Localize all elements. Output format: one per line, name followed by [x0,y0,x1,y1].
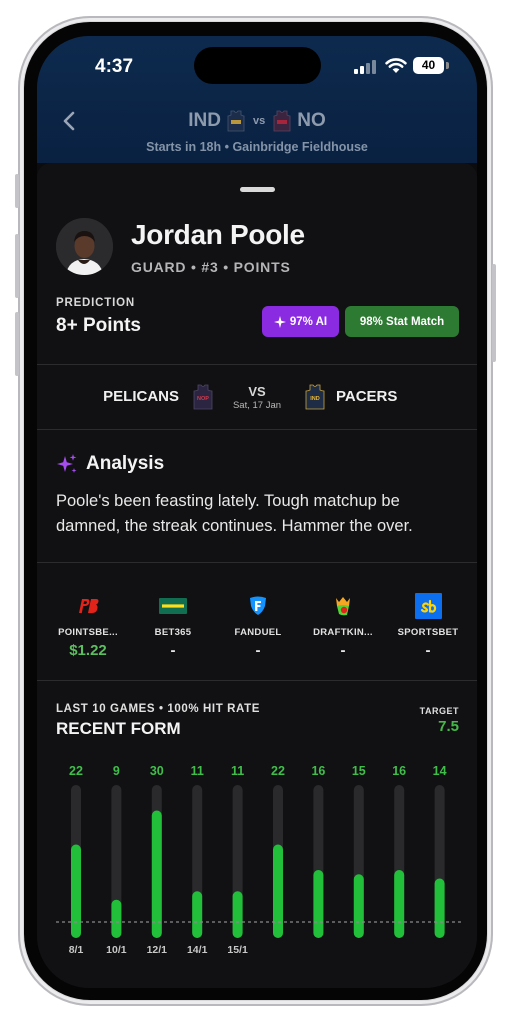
bar-value [232,891,243,938]
mute-switch [15,174,19,208]
analysis-text: Poole's been feasting lately. Tough matc… [56,492,413,535]
sportsbook-price: - [425,642,431,659]
sportsbook-name: FANDUEL [234,627,282,638]
status-time: 4:37 [95,56,134,77]
bar-value-label: 9 [113,764,120,778]
volume-up-button [15,234,19,298]
sportsbook-price: - [340,642,346,659]
sheet-grabber[interactable] [240,187,275,192]
power-button [492,264,496,362]
player-avatar [56,218,113,275]
away-jersey-text: IND [310,396,320,402]
sportsbook-price: $1.22 [69,642,107,659]
dynamic-island [194,47,321,84]
sparkle-icon [273,315,286,328]
status-bar: 4:37 40 [37,36,477,96]
sportsbet-logo-icon [414,593,442,619]
divider [37,364,477,365]
ai-badge-label: 97% AI [289,315,328,328]
bar-value-label: 11 [191,764,204,778]
sportsbook-sportsbet[interactable]: SPORTSBET - [385,593,471,659]
prediction-value: 8+ Points [56,315,141,336]
bet365-logo-icon [159,598,187,614]
sportsbook-name: BET365 [154,627,192,638]
pacers-jersey-icon [227,110,245,132]
header-background: 4:37 40 IND vs NO Starts in 18h • Gainbr… [37,36,477,163]
cellular-signal-icon [354,60,376,74]
bar-value-label: 15 [352,764,366,778]
pelicans-jersey-icon: NOP [193,384,213,410]
sportsbook-pointsbet[interactable]: POINTSBE... $1.22 [45,593,131,659]
bar-value [434,878,445,938]
matchup-vs: VS [248,384,266,399]
player-name: Jordan Poole [131,219,305,250]
sportsbook-name: SPORTSBET [397,627,459,638]
bar-value-label: 16 [392,764,406,778]
x-tick-label: 12/1 [147,944,168,956]
match-teams: IND vs NO [37,108,477,134]
pelicans-jersey-icon [273,110,291,132]
divider [37,680,477,681]
bar-value [192,891,203,938]
divider [37,429,477,430]
match-subtitle: Starts in 18h • Gainbridge Fieldhouse [146,140,368,154]
bar-value [111,899,122,938]
match-header: IND vs NO Starts in 18h • Gainbridge Fie… [37,100,477,160]
home-team-abbr: IND [188,110,221,131]
sportsbook-price: - [170,642,176,659]
target-value: 7.5 [438,718,459,735]
recent-form-title: RECENT FORM [56,719,181,738]
bar-value [353,874,364,938]
matchup-date: Sat, 17 Jan [232,400,282,411]
matchup-home-team: PELICANS [103,388,179,405]
x-tick-label: 15/1 [227,944,248,956]
battery-tip [446,62,449,69]
sportsbook-name: POINTSBE... [58,627,118,638]
bar-value-label: 22 [271,764,285,778]
pointsbet-logo-icon [79,599,99,613]
matchup-away-team: PACERS [336,388,398,405]
pacers-jersey-icon: IND [305,384,325,410]
prediction-label: PREDICTION [56,297,135,309]
sportsbook-bet365[interactable]: BET365 - [130,593,216,659]
sportsbook-odds-row: POINTSBE... $1.22 BET365 - FANDUEL - DRA… [37,563,477,678]
x-tick-label: 14/1 [187,944,208,956]
app-screen: 4:37 40 IND vs NO Starts in 18h • Gainbr… [37,36,477,988]
fanduel-shield-icon [250,596,266,615]
recent-form-chart: 22 8/1 9 10/1 30 12/1 11 14/1 11 15/1 22 16 15 16 14 [56,764,461,956]
analysis-title: Analysis [86,453,165,474]
analysis-header: Analysis [56,451,164,477]
home-jersey-text: NOP [197,396,209,402]
sportsbook-draftkings[interactable]: DRAFTKIN... - [300,593,386,659]
away-team-abbr: NO [297,110,326,131]
bar-value-label: 22 [69,764,83,778]
bar-value [313,870,324,938]
bar-value-label: 11 [231,764,244,778]
player-prop-sheet: Jordan Poole GUARD • #3 • POINTS PREDICT… [37,163,477,988]
battery-icon: 40 [413,57,444,74]
bar-value [273,844,283,938]
vs-label: vs [252,115,266,127]
x-tick-label: 8/1 [69,944,84,956]
stat-match-badge[interactable]: 98% Stat Match [345,306,459,337]
draftkings-crown-icon [336,597,350,616]
sportsbook-fanduel[interactable]: FANDUEL - [215,593,301,659]
sparkles-icon [57,454,77,473]
sportsbook-name: DRAFTKIN... [313,627,373,638]
sportsbook-price: - [255,642,261,659]
player-meta: GUARD • #3 • POINTS [131,259,291,275]
recent-form-subtitle: LAST 10 GAMES • 100% HIT RATE [56,703,260,715]
bar-value-label: 16 [311,764,325,778]
bar-value-label: 14 [433,764,447,778]
x-tick-label: 10/1 [106,944,127,956]
matchup-row: PELICANS NOP VS Sat, 17 Jan IND PACERS [37,366,477,430]
bar-value [71,844,81,938]
bar-value [151,810,162,938]
ai-confidence-badge[interactable]: 97% AI [262,306,339,337]
wifi-icon [385,58,407,73]
target-label: TARGET [419,706,459,716]
bar-value [394,870,405,938]
bar-value-label: 30 [150,764,164,778]
volume-down-button [15,312,19,376]
